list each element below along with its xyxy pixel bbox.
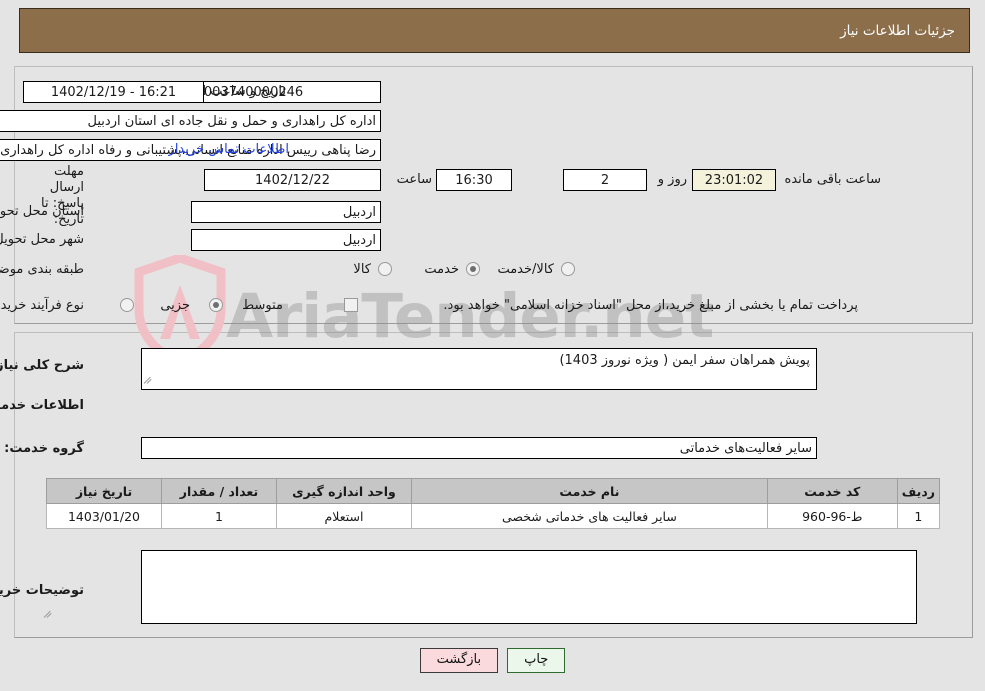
deadline-date-field[interactable]: 1402/12/22 bbox=[204, 169, 381, 191]
table-header-row: ردیف کد خدمت نام خدمت واحد اندازه گیری ت… bbox=[46, 478, 941, 504]
process-label-jozei: جزیی bbox=[160, 298, 190, 313]
category-radio-khedmat[interactable] bbox=[466, 262, 480, 276]
col-header-row-no: ردیف bbox=[896, 478, 941, 504]
process-type-label: نوع فرآیند خرید : bbox=[0, 298, 84, 313]
buyer-org-field[interactable]: اداره کل راهداری و حمل و نقل جاده ای است… bbox=[0, 110, 381, 132]
need-info-panel bbox=[14, 66, 973, 324]
service-group-field[interactable]: سایر فعالیت‌های خدماتی bbox=[141, 437, 817, 459]
category-label-kala-khedmat: کالا/خدمت bbox=[497, 262, 554, 277]
col-header-unit: واحد اندازه گیری bbox=[276, 478, 412, 504]
cell-need-date: 1403/01/20 bbox=[46, 503, 162, 529]
table-row: 1 ط-96-960 سایر فعالیت های خدماتی شخصی ا… bbox=[46, 503, 941, 529]
deadline-time-label: ساعت bbox=[396, 172, 432, 187]
category-label-kala: کالا bbox=[353, 262, 371, 277]
cell-quantity: 1 bbox=[161, 503, 277, 529]
deadline-time-field[interactable]: 16:30 bbox=[436, 169, 512, 191]
buyer-notes-textarea[interactable] bbox=[141, 550, 917, 624]
service-group-label: گروه خدمت: bbox=[4, 441, 84, 456]
category-radio-kala-khedmat[interactable] bbox=[561, 262, 575, 276]
services-table: ردیف کد خدمت نام خدمت واحد اندازه گیری ت… bbox=[46, 478, 941, 529]
province-label: استان محل تحویل: bbox=[0, 204, 84, 219]
process-radio-jozei[interactable] bbox=[120, 298, 134, 312]
action-buttons-bar: بازگشت چاپ bbox=[0, 648, 985, 673]
process-label-motevaset: متوسط bbox=[242, 298, 283, 313]
category-label-khedmat: خدمت bbox=[424, 262, 459, 277]
category-radio-kala[interactable] bbox=[378, 262, 392, 276]
treasury-bond-checkbox[interactable] bbox=[344, 298, 358, 312]
remaining-days-field: 2 bbox=[563, 169, 647, 191]
remaining-time-countdown: 23:01:02 bbox=[692, 169, 776, 191]
back-button[interactable]: بازگشت bbox=[419, 648, 499, 673]
city-label: شهر محل تحویل: bbox=[0, 232, 84, 247]
cell-service-name: سایر فعالیت های خدماتی شخصی bbox=[411, 503, 768, 529]
remaining-suffix-label: ساعت باقی مانده bbox=[784, 172, 881, 187]
remaining-days-unit-label: روز و bbox=[657, 172, 687, 187]
col-header-need-date: تاریخ نیاز bbox=[46, 478, 162, 504]
services-section-title: اطلاعات خدمات مورد نیاز bbox=[0, 398, 84, 413]
buyer-contact-link[interactable]: اطلاعات تماس خریدار bbox=[169, 142, 289, 157]
province-field[interactable]: اردبیل bbox=[191, 201, 381, 223]
buyer-notes-label: توضیحات خریدار: bbox=[0, 583, 84, 598]
cell-service-code: ط-96-960 bbox=[766, 503, 898, 529]
col-header-quantity: تعداد / مقدار bbox=[161, 478, 277, 504]
buyer-notes-resize-handle[interactable] bbox=[43, 608, 55, 620]
cell-row-no: 1 bbox=[896, 503, 941, 529]
col-header-service-name: نام خدمت bbox=[411, 478, 768, 504]
page-title: جزئیات اطلاعات نیاز bbox=[840, 22, 955, 39]
city-field[interactable]: اردبیل bbox=[191, 229, 381, 251]
page-root: AriaTender.net جزئیات اطلاعات نیاز شماره… bbox=[0, 0, 985, 691]
print-button[interactable]: چاپ bbox=[507, 648, 566, 673]
page-header-bar: جزئیات اطلاعات نیاز bbox=[19, 8, 970, 53]
cell-unit: استعلام bbox=[276, 503, 412, 529]
process-radio-motevaset[interactable] bbox=[209, 298, 223, 312]
treasury-bond-label: پرداخت تمام یا بخشی از مبلغ خرید،از محل … bbox=[443, 298, 858, 313]
need-description-textarea[interactable]: پویش همراهان سفر ایمن ( ویژه نوروز 1403) bbox=[141, 348, 817, 390]
need-description-label: شرح کلی نیاز: bbox=[0, 358, 84, 373]
col-header-service-code: کد خدمت bbox=[766, 478, 898, 504]
need-description-resize-handle[interactable] bbox=[143, 374, 155, 386]
announce-datetime-field[interactable]: 16:21 - 1402/12/19 bbox=[23, 81, 204, 103]
category-label: طبقه بندی موضوعی: bbox=[0, 262, 84, 277]
